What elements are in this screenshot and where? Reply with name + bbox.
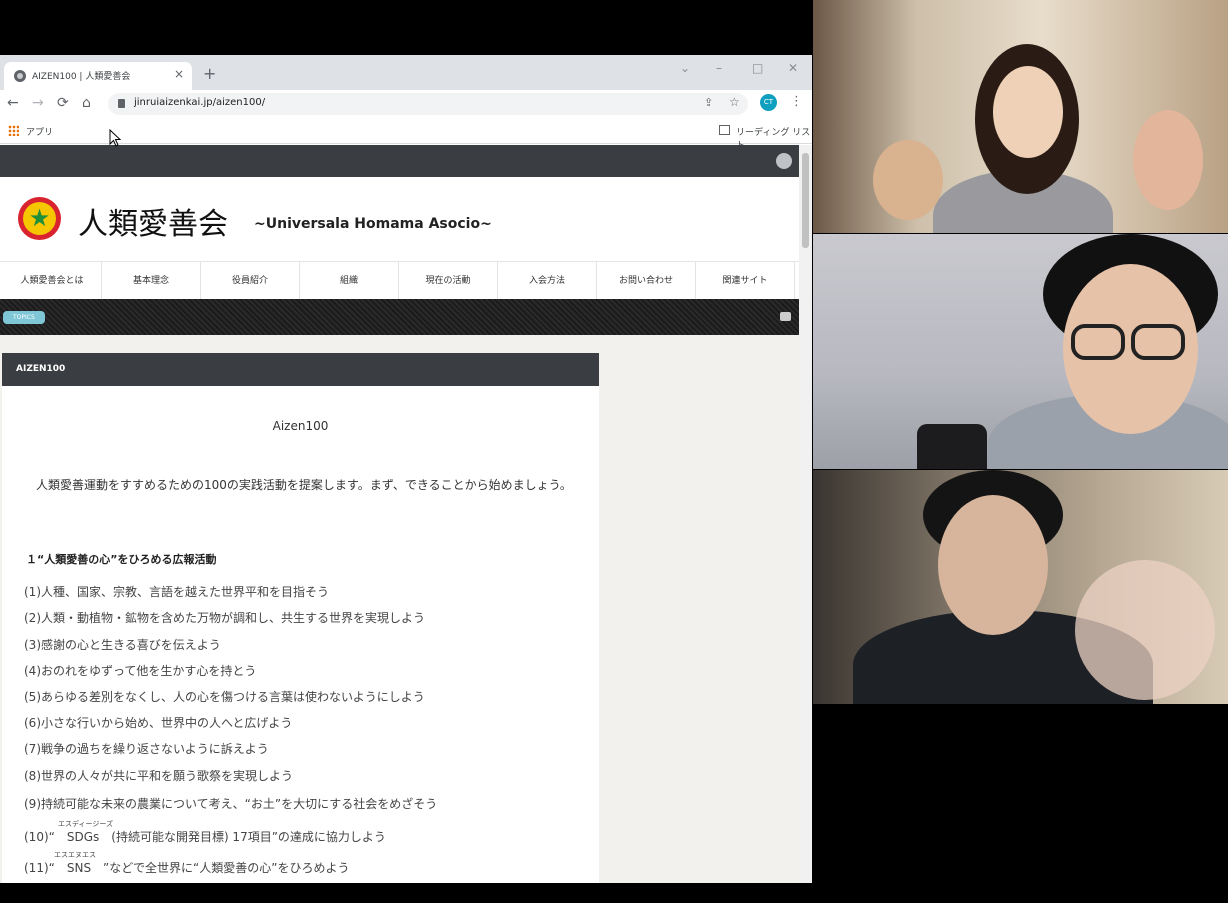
nav-item-philosophy[interactable]: 基本理念 (102, 262, 201, 300)
reading-list-icon[interactable] (719, 125, 730, 135)
browser-toolbar: ← → ⟳ ⌂ jinruiaizenkai.jp/aizen100/ ⇪ ☆ … (0, 90, 812, 118)
topics-bar: TOPICS (0, 299, 799, 335)
article-intro: 人類愛善運動をすすめるための100の実践活動を提案します。まず、できることから始… (36, 478, 572, 492)
article-title: Aizen100 (272, 419, 329, 433)
list-item: (4)おのれをゆずって他を生かす心を持とう (24, 664, 257, 678)
menu-kebab-icon[interactable]: ⋮ (790, 94, 803, 109)
list-item: (5)あらゆる差別をなくし、人の心を傷つける言葉は使わないようにしよう (24, 690, 425, 704)
close-window-button[interactable]: ✕ (788, 61, 798, 75)
url-text[interactable]: jinruiaizenkai.jp/aizen100/ (134, 97, 265, 108)
lock-icon (118, 99, 125, 108)
forward-icon[interactable]: → (32, 95, 44, 111)
nav-item-officers[interactable]: 役員紹介 (201, 262, 300, 300)
site-logo[interactable]: ★ (18, 197, 61, 240)
nav-item-join[interactable]: 入会方法 (498, 262, 597, 300)
glasses-left (1071, 324, 1125, 360)
site-title[interactable]: 人類愛善会 (78, 199, 228, 243)
address-bar[interactable]: jinruiaizenkai.jp/aizen100/ ⇪ ☆ (108, 93, 748, 115)
star-icon: ★ (28, 204, 51, 232)
page-scrollbar[interactable] (799, 145, 812, 883)
rss-icon[interactable] (776, 153, 792, 169)
video-tile-participant-2[interactable] (813, 234, 1228, 469)
topics-feed-icon[interactable] (780, 312, 791, 321)
list-item: (1)人種、国家、宗教、言語を越えた世界平和を目指そう (24, 585, 330, 599)
article-panel: AIZEN100 Aizen100 人類愛善運動をすすめるための100の実践活動… (2, 353, 599, 883)
browser-tab[interactable]: AIZEN100 | 人類愛善会 × (4, 62, 192, 90)
apps-bookmark[interactable]: アプリ (26, 125, 53, 138)
new-tab-button[interactable]: + (203, 64, 216, 83)
nav-item-links[interactable]: 関連サイト (696, 262, 795, 300)
video-tile-participant-1[interactable] (813, 0, 1228, 233)
nav-item-organization[interactable]: 組織 (300, 262, 399, 300)
home-icon[interactable]: ⌂ (82, 95, 91, 111)
topics-badge: TOPICS (3, 311, 45, 324)
list-item: (9)持続可能な未来の農業について考え、“お土”を大切にする社会をめざそう (24, 797, 438, 811)
list-item: (3)感謝の心と生きる喜びを伝えよう (24, 638, 221, 652)
profile-avatar[interactable]: CT (760, 94, 777, 111)
list-item: (6)小さな行いから始め、世界中の人へと広げよう (24, 716, 293, 730)
tab-title: AIZEN100 | 人類愛善会 (32, 72, 131, 82)
apps-grid-icon[interactable] (8, 125, 19, 136)
share-icon[interactable]: ⇪ (704, 96, 713, 109)
site-header: ★ 人類愛善会 ~Universala Homama Asocio~ (0, 177, 799, 261)
reload-icon[interactable]: ⟳ (57, 95, 69, 111)
glasses-right (1131, 324, 1185, 360)
participant-face (993, 66, 1063, 158)
back-icon[interactable]: ← (7, 95, 19, 111)
list-item: (10)“ SDGs (持続可能な開発目標) 17項目”の達成に協力しよう (24, 830, 386, 844)
video-tile-participant-3[interactable] (813, 470, 1228, 704)
chair (917, 424, 987, 469)
participant-face (938, 495, 1048, 635)
nav-item-about[interactable]: 人類愛善会とは (3, 262, 102, 300)
page-viewport: ★ 人類愛善会 ~Universala Homama Asocio~ 人類愛善会… (0, 145, 812, 883)
participant-hand-right (1133, 110, 1203, 210)
minimize-button[interactable]: – (716, 61, 722, 75)
maximize-button[interactable]: □ (752, 61, 763, 75)
list-item: (2)人類・動植物・鉱物を含めた万物が調和し、共生する世界を実現しよう (24, 611, 426, 625)
tab-search-icon[interactable]: ⌄ (680, 61, 690, 75)
global-nav: 人類愛善会とは 基本理念 役員紹介 組織 現在の活動 入会方法 お問い合わせ 関… (0, 261, 799, 300)
close-tab-icon[interactable]: × (174, 67, 184, 81)
participant-hand-left (873, 140, 943, 220)
nav-item-contact[interactable]: お問い合わせ (597, 262, 696, 300)
tab-strip: AIZEN100 | 人類愛善会 × + ⌄ – □ ✕ (0, 55, 812, 90)
globe-icon (14, 70, 26, 82)
list-item: (8)世界の人々が共に平和を願う歌祭を実現しよう (24, 769, 293, 783)
bookmark-star-icon[interactable]: ☆ (729, 95, 740, 109)
nav-item-activities[interactable]: 現在の活動 (399, 262, 498, 300)
shared-browser-window: AIZEN100 | 人類愛善会 × + ⌄ – □ ✕ ← → ⟳ ⌂ jin… (0, 55, 812, 883)
mouse-cursor-icon (109, 129, 122, 147)
section-heading: １“人類愛善の心”をひろめる広報活動 (26, 553, 217, 566)
scrollbar-thumb[interactable] (802, 153, 809, 248)
participant-hand (1075, 560, 1215, 700)
article-header: AIZEN100 (2, 353, 599, 386)
site-top-bar (0, 145, 799, 177)
list-item: (7)戦争の過ちを繰り返さないように訴えよう (24, 742, 269, 756)
site-subtitle: ~Universala Homama Asocio~ (254, 216, 492, 232)
list-item: (11)“ SNS ”などで全世界に“人類愛善の心”をひろめよう (24, 861, 350, 875)
